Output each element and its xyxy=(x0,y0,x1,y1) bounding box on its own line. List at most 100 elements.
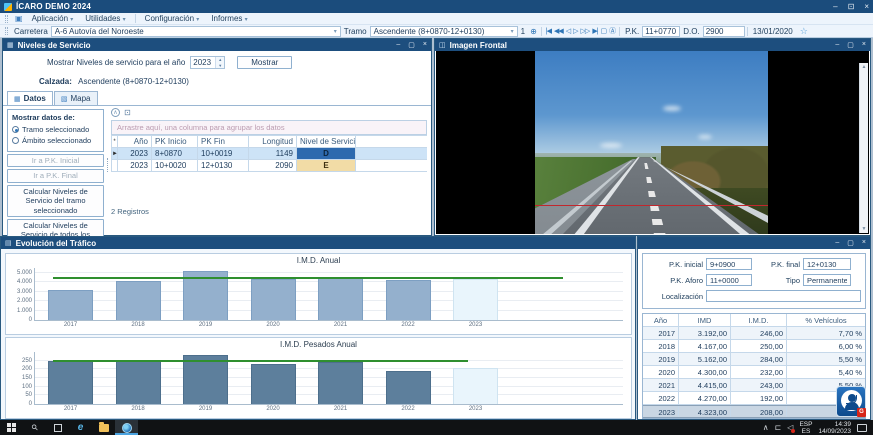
radio-selected-icon[interactable] xyxy=(12,126,19,133)
aforo-row[interactable]: 20184.167,00250,006,00 % xyxy=(643,340,865,353)
close-button[interactable] xyxy=(423,41,427,49)
aforo-row[interactable]: 20224.270,00192,004,81 % xyxy=(643,392,865,405)
panel-splitter[interactable] xyxy=(106,109,109,221)
niveles-titlebar[interactable]: Niveles de Servicio xyxy=(3,39,431,51)
tab-mapa[interactable]: Mapa xyxy=(54,91,98,105)
pk-inicial-input[interactable] xyxy=(706,258,752,270)
do-input[interactable] xyxy=(703,26,745,37)
close-button[interactable] xyxy=(862,239,866,247)
bar-2023 xyxy=(453,279,498,320)
task-view-button[interactable] xyxy=(46,420,69,435)
app-close-button[interactable] xyxy=(864,2,869,11)
action-center-icon[interactable] xyxy=(857,424,867,432)
taskbar-search-button[interactable] xyxy=(23,420,46,435)
year-input[interactable] xyxy=(191,57,215,68)
network-icon[interactable] xyxy=(775,423,782,432)
y-axis-tick-label: 0 xyxy=(9,401,32,407)
menubar-grip[interactable] xyxy=(5,15,8,23)
calcular-tramo-button[interactable]: Calcular Niveles de Servicio del tramo s… xyxy=(7,185,104,217)
nav-last-button[interactable] xyxy=(592,27,597,35)
cloud xyxy=(698,135,712,139)
pk-aforo-input[interactable] xyxy=(706,274,752,286)
grid-row-selected[interactable]: 2023 8+0870 10+0019 1149 D xyxy=(111,148,427,160)
nav-next-button[interactable] xyxy=(573,27,577,35)
radio-tramo-seleccionado[interactable]: Tramo seleccionado xyxy=(12,125,99,134)
tipo-input[interactable] xyxy=(803,274,851,286)
pk-final-input[interactable] xyxy=(803,258,851,270)
radio-ambito-seleccionado[interactable]: Ámbito seleccionado xyxy=(12,136,99,145)
aforo-row-selected[interactable]: 20234.323,00208,004,81 % xyxy=(643,405,865,418)
nav-previous-button[interactable] xyxy=(566,27,570,35)
export-grid-icon[interactable] xyxy=(124,108,131,117)
minimize-button[interactable] xyxy=(835,239,839,247)
col-pk-inicio[interactable]: PK Inicio xyxy=(152,136,198,147)
grid-row[interactable]: 2023 10+0020 12+0130 2090 E xyxy=(111,160,427,172)
app-minimize-button[interactable] xyxy=(833,2,837,11)
collapse-groups-icon[interactable] xyxy=(111,108,120,117)
icaro-taskbar-button[interactable] xyxy=(115,420,138,435)
clock[interactable]: 14:3914/09/2023 xyxy=(818,421,851,435)
radio-unselected-icon[interactable] xyxy=(12,137,19,144)
carretera-select[interactable]: A-6 Autovía del Noroeste xyxy=(51,26,341,37)
tab-datos[interactable]: Datos xyxy=(7,91,53,105)
start-button[interactable] xyxy=(0,420,23,435)
maximize-button[interactable] xyxy=(847,239,854,247)
app-restore-button[interactable] xyxy=(848,2,855,11)
col-pk-fin[interactable]: PK Fin xyxy=(198,136,249,147)
close-button[interactable] xyxy=(862,41,866,49)
aforo-row[interactable]: 20173.192,00246,007,70 % xyxy=(643,327,865,340)
nav-first-button[interactable] xyxy=(546,27,551,35)
locate-icon[interactable] xyxy=(530,27,537,36)
file-explorer-button[interactable] xyxy=(92,420,115,435)
col-nivel-servicio[interactable]: Nivel de Servicio xyxy=(297,136,356,147)
menu-utilidades[interactable]: Utilidades xyxy=(80,14,130,23)
support-agent-button[interactable]: G xyxy=(836,386,866,417)
group-by-dropzone[interactable]: Arrastre aquí, una columna para agrupar … xyxy=(111,120,427,135)
grid-header-row[interactable]: * Año PK Inicio PK Fin Longitud Nivel de… xyxy=(111,135,427,148)
nav-fast-back-button[interactable] xyxy=(554,27,563,35)
localizacion-input[interactable] xyxy=(706,290,861,302)
mostrar-button[interactable]: Mostrar xyxy=(237,56,292,69)
language-indicator[interactable]: ESPES xyxy=(799,421,812,435)
spin-down-icon[interactable] xyxy=(216,63,224,69)
aforo-row[interactable]: 20204.300,00232,005,40 % xyxy=(643,366,865,379)
aforo-row[interactable]: 20214.415,00243,005,50 % xyxy=(643,379,865,392)
scroll-up-icon[interactable] xyxy=(862,64,867,70)
toolbar-grip[interactable] xyxy=(5,27,8,35)
toolbar: Carretera A-6 Autovía del Noroeste Tramo… xyxy=(0,25,873,38)
menu-informes[interactable]: Informes xyxy=(206,14,252,23)
pk-input[interactable] xyxy=(642,26,680,37)
image-scrollbar[interactable] xyxy=(859,63,868,233)
favorite-star-icon[interactable]: ☆ xyxy=(800,26,808,37)
internet-explorer-button[interactable]: e xyxy=(69,420,92,435)
aforo-header-row[interactable]: Año IMD I.M.D. Pesados % Vehículos Pesad… xyxy=(643,314,865,327)
tray-expand-icon[interactable] xyxy=(763,423,769,432)
stop-button[interactable] xyxy=(601,27,607,35)
maximize-button[interactable] xyxy=(408,41,415,49)
speaker-icon[interactable] xyxy=(787,423,793,432)
menu-aplicacion[interactable]: Aplicación xyxy=(27,14,79,23)
col-ano[interactable]: Año xyxy=(118,136,152,147)
nav-fast-forward-button[interactable] xyxy=(581,27,590,35)
aforo-row[interactable]: 20195.162,00284,005,50 % xyxy=(643,353,865,366)
auto-advance-button[interactable] xyxy=(609,26,615,36)
col-longitud[interactable]: Longitud xyxy=(249,136,297,147)
cloud xyxy=(663,106,681,111)
tramo-select[interactable]: Ascendente (8+0870-12+0130) xyxy=(370,26,518,37)
aforo-titlebar[interactable] xyxy=(638,237,870,249)
evolucion-titlebar[interactable]: Evolución del Tráfico xyxy=(1,237,635,249)
niveles-window-title: Niveles de Servicio xyxy=(18,41,91,50)
scroll-down-icon[interactable] xyxy=(862,226,867,232)
ir-pk-inicial-button[interactable]: Ir a P.K. Inicial xyxy=(7,154,104,167)
imagen-window-title: Imagen Frontal xyxy=(450,41,507,50)
year-spinner[interactable] xyxy=(190,56,225,69)
ir-pk-final-button[interactable]: Ir a P.K. Final xyxy=(7,169,104,182)
minimize-button[interactable] xyxy=(835,41,839,49)
bar-2018 xyxy=(116,281,161,320)
road-photo-viewport[interactable] xyxy=(436,51,869,234)
menu-configuracion[interactable]: Configuración xyxy=(140,14,205,23)
minimize-button[interactable] xyxy=(396,41,400,49)
y-axis-tick-label: 3.000 xyxy=(9,289,32,295)
maximize-button[interactable] xyxy=(847,41,854,49)
imagen-titlebar[interactable]: Imagen Frontal xyxy=(435,39,870,51)
